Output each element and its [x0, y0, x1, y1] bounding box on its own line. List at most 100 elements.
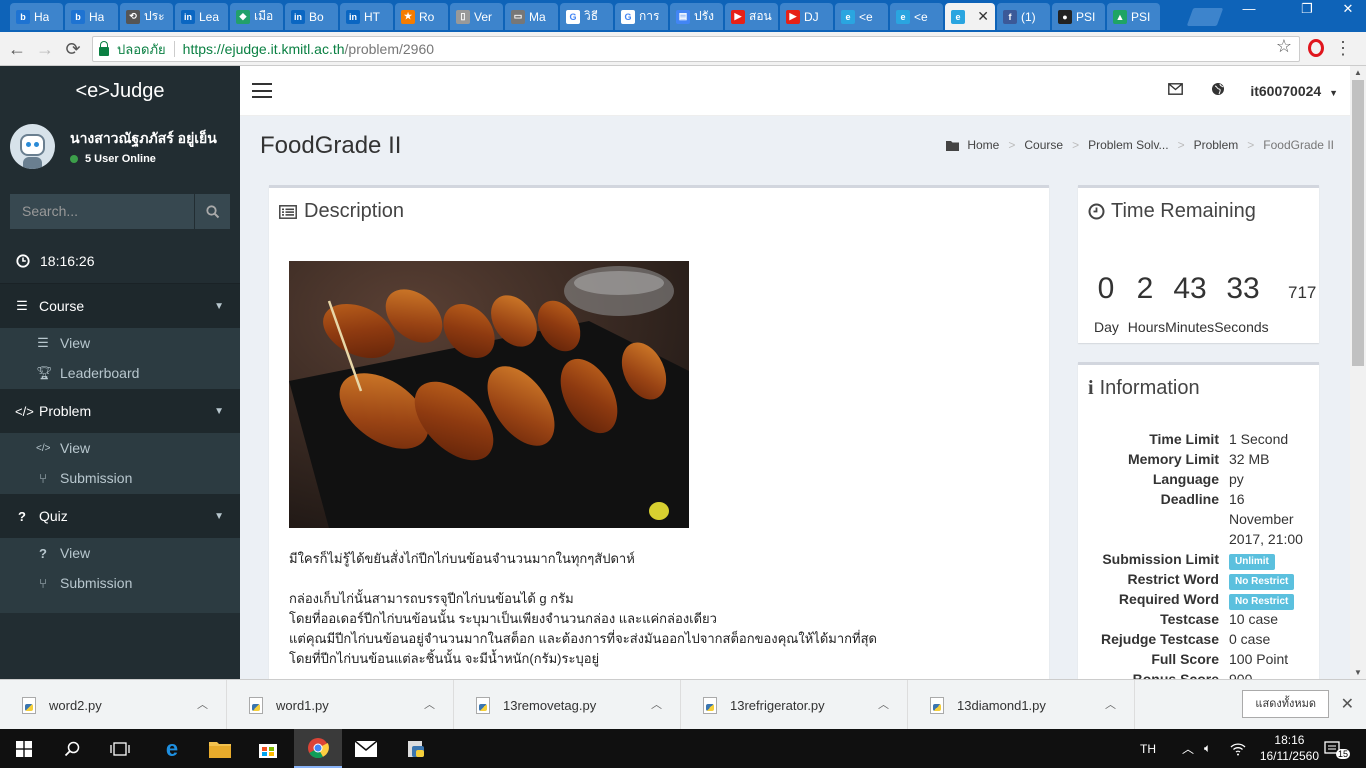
sidebar-item-quiz-view[interactable]: ? View [0, 538, 240, 568]
browser-tab[interactable]: ⟲ ประ [120, 3, 173, 30]
search-icon[interactable] [48, 729, 96, 768]
volume-icon[interactable]: 🔈︎ [1204, 729, 1211, 768]
search-input[interactable]: Search... [10, 194, 194, 229]
breadcrumb-course-name[interactable]: Problem Solv... [1088, 138, 1168, 152]
sidebar: <e>Judge นางสาวณัฐภภัสร์ อยู่เย็น 5 User… [0, 66, 240, 679]
edge-icon[interactable]: e [148, 729, 196, 768]
tab-title: Ro [419, 9, 435, 24]
tab-title: Ha [34, 9, 50, 24]
seconds-label: Seconds [1214, 319, 1269, 335]
windows-start-icon[interactable] [0, 729, 48, 768]
browser-tab[interactable]: ★ Ro [395, 3, 448, 30]
back-button[interactable]: ← [6, 38, 28, 60]
download-item[interactable]: word2.py ︿ [0, 680, 227, 730]
countdown-hours: 2 [1136, 272, 1154, 305]
browser-tab[interactable]: b Ha [10, 3, 63, 30]
browser-tab[interactable]: G วิธี [560, 3, 613, 30]
sidebar-search: Search... [10, 194, 230, 229]
browser-tab[interactable]: ◆ เมือ [230, 3, 283, 30]
sidebar-item-course-view[interactable]: ☰ View [0, 328, 240, 358]
wifi-icon[interactable] [1230, 729, 1246, 768]
close-icon[interactable]: ✕ [1341, 694, 1354, 714]
tab-favicon-icon: ⟲ [126, 9, 140, 24]
sidebar-item-problem[interactable]: </> Problem ▼ [0, 389, 240, 433]
browser-tab[interactable]: in Bo [285, 3, 338, 30]
search-button[interactable] [194, 194, 230, 229]
notification-center-icon[interactable]: 15 [1324, 729, 1351, 768]
notification-count: 15 [1336, 748, 1351, 759]
download-item[interactable]: 13diamond1.py ︿ [908, 680, 1135, 730]
file-explorer-icon[interactable] [196, 729, 244, 768]
browser-tab[interactable]: ▶ สอน [725, 3, 778, 30]
scroll-up-icon[interactable]: ▲ [1350, 68, 1366, 77]
breadcrumb-home[interactable]: Home [967, 138, 999, 152]
chevron-up-icon[interactable]: ︿ [878, 696, 889, 712]
sidebar-item-problem-view[interactable]: </> View [0, 433, 240, 463]
sidebar-toggle-icon[interactable] [252, 83, 272, 98]
download-item[interactable]: 13removetag.py ︿ [454, 680, 681, 730]
globe-icon[interactable] [1211, 82, 1225, 100]
browser-menu-icon[interactable]: ⋮ [1334, 38, 1352, 58]
browser-tab[interactable]: ▤ ปรัง [670, 3, 723, 30]
browser-tab[interactable]: ▭ Ma [505, 3, 558, 30]
restore-button[interactable]: ❐ [1292, 0, 1322, 20]
user-dropdown[interactable]: it60070024 ▼ [1250, 83, 1338, 99]
taskbar-date: 16/11/2560 [1259, 749, 1319, 763]
omnibox-divider [173, 41, 175, 57]
sidebar-item-leaderboard[interactable]: 🏆︎ Leaderboard [0, 358, 240, 388]
page-scrollbar[interactable]: ▲ ▼ [1350, 66, 1366, 679]
close-tab-icon[interactable]: ✕ [973, 8, 989, 25]
breadcrumb-problem[interactable]: Problem [1194, 138, 1239, 152]
browser-tab[interactable]: in Lea [175, 3, 228, 30]
chevron-up-icon[interactable]: ︿ [1105, 696, 1116, 712]
chevron-up-icon[interactable]: ︿ [424, 696, 435, 712]
windows-taskbar: e TH ︿ 🔈︎ 18:16 16/11/2560 15 [0, 729, 1366, 768]
sidebar-item-quiz[interactable]: ? Quiz ▼ [0, 494, 240, 538]
scrollbar-thumb[interactable] [1352, 80, 1364, 366]
brand-logo[interactable]: <e>Judge [0, 66, 240, 116]
chevron-up-icon[interactable]: ︿ [197, 696, 208, 712]
reload-button[interactable]: ⟳ [62, 38, 84, 60]
browser-tab[interactable]: f (1) [997, 3, 1050, 30]
chrome-icon[interactable] [294, 729, 342, 768]
caret-down-icon: ▼ [1329, 88, 1338, 98]
mail-icon[interactable] [1168, 82, 1183, 99]
bookmark-star-icon[interactable]: ☆ [1276, 36, 1292, 57]
list-icon: ☰ [37, 335, 49, 350]
browser-tab[interactable]: b Ha [65, 3, 118, 30]
forward-button[interactable]: → [34, 38, 56, 60]
scroll-down-icon[interactable]: ▼ [1350, 668, 1366, 677]
browser-tab[interactable]: e <e [835, 3, 888, 30]
browser-tab[interactable]: ▯ Ver [450, 3, 503, 30]
browser-tab[interactable]: ▲ PSI [1107, 3, 1160, 30]
taskbar-clock[interactable]: 18:16 16/11/2560 [1260, 732, 1319, 764]
breadcrumb-course[interactable]: Course [1024, 138, 1063, 152]
opera-extension-icon[interactable] [1308, 39, 1324, 57]
sidebar-item-problem-submission[interactable]: ⑂ Submission [0, 463, 240, 493]
browser-tab[interactable]: e <e [890, 3, 943, 30]
browser-tab[interactable]: ● PSI [1052, 3, 1105, 30]
store-icon[interactable] [244, 729, 292, 768]
new-tab-button[interactable] [1186, 8, 1224, 26]
sidebar-item-course[interactable]: ☰ Course ▼ [0, 284, 240, 328]
task-view-icon[interactable] [96, 729, 144, 768]
browser-tab[interactable]: e ✕ [945, 3, 995, 30]
browser-tab[interactable]: ▶ DJ [780, 3, 833, 30]
close-window-button[interactable]: ✕ [1330, 0, 1366, 20]
countdown-day: 0 [1097, 272, 1115, 305]
chevron-up-icon[interactable]: ︿ [651, 696, 662, 712]
mail-icon[interactable] [342, 729, 390, 768]
course-label: Course [39, 298, 85, 314]
language-indicator[interactable]: TH [1140, 729, 1156, 768]
python-icon[interactable] [392, 729, 440, 768]
browser-tab[interactable]: in HT [340, 3, 393, 30]
chevron-up-icon[interactable]: ︿ [1182, 729, 1194, 768]
sidebar-item-quiz-submission[interactable]: ⑂ Submission [0, 568, 240, 598]
minimize-button[interactable]: — [1234, 0, 1264, 20]
url-bar[interactable]: ปลอดภัย https://ejudge.it.kmitl.ac.th/pr… [92, 36, 1300, 62]
show-all-downloads-button[interactable]: แสดงทั้งหมด [1242, 690, 1329, 718]
download-item[interactable]: 13refrigerator.py ︿ [681, 680, 908, 730]
browser-tab[interactable]: G การ [615, 3, 668, 30]
tab-title: Ver [474, 9, 493, 24]
download-item[interactable]: word1.py ︿ [227, 680, 454, 730]
